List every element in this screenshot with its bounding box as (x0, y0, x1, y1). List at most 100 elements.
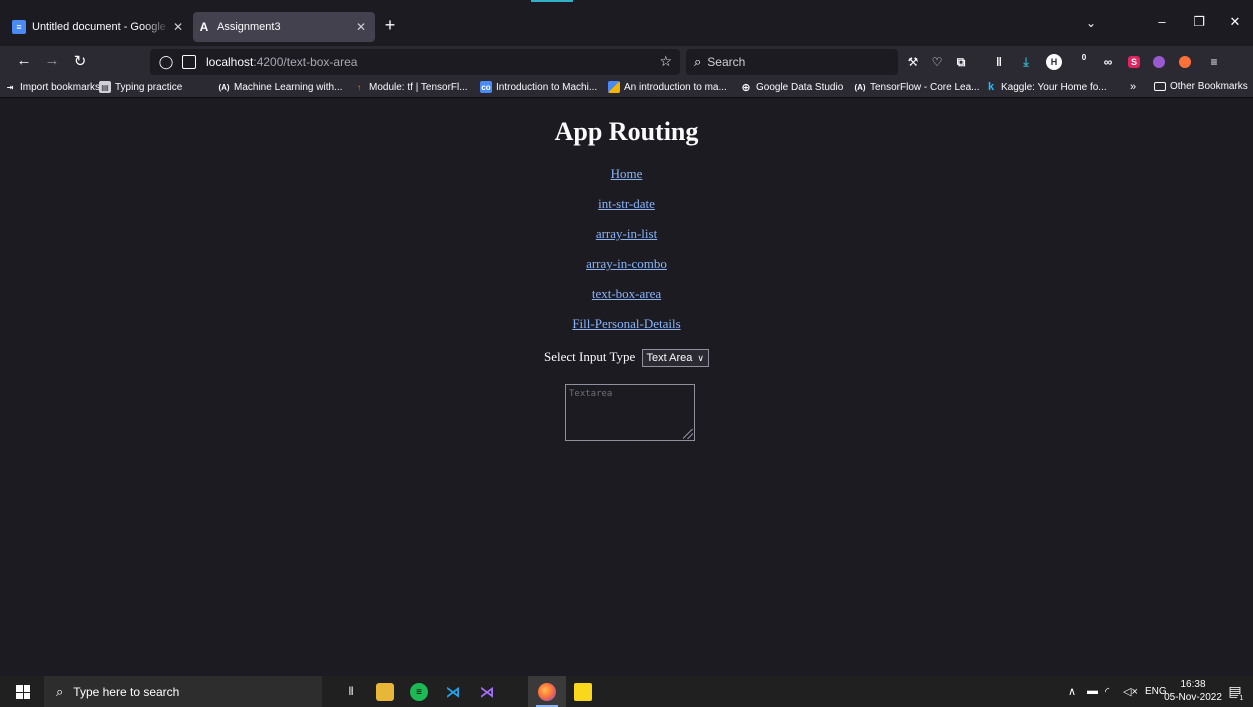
tab-google-docs[interactable]: ≡ Untitled document - Google Docs ✕ (8, 12, 192, 42)
reload-icon[interactable]: ↻ (70, 52, 90, 70)
url-host: localhost (206, 55, 254, 69)
input-type-select[interactable]: Text Area ∨ (641, 349, 709, 368)
taskbar-search-placeholder: Type here to search (73, 684, 180, 699)
taskbar-clock[interactable]: 16:38 05-Nov-2022 (1160, 678, 1226, 704)
bookmark-star-icon[interactable]: ☆ (659, 53, 672, 70)
bookmarks-overflow-icon[interactable]: » (1130, 81, 1136, 93)
minimize-icon[interactable]: – (1152, 14, 1172, 29)
vscode-icon[interactable]: ⋊ (444, 683, 462, 701)
restore-icon[interactable]: ❐ (1189, 14, 1209, 30)
link-array-in-list[interactable]: array-in-list (596, 226, 657, 241)
search-placeholder: Search (707, 55, 746, 69)
clock-date: 05-Nov-2022 (1164, 692, 1222, 703)
bookmarks-bar: ⇥ Import bookmarks... ▤ Typing practice (A… (0, 78, 1253, 98)
other-bookmarks[interactable]: Other Bookmarks (1154, 81, 1248, 92)
chart-icon (608, 81, 620, 93)
battery-icon[interactable]: ▬ (1087, 685, 1098, 697)
forward-icon[interactable]: → (42, 52, 62, 69)
window-close-icon[interactable]: ✕ (1225, 14, 1245, 30)
search-icon: ⌕ (694, 54, 702, 69)
bookmark-item[interactable]: ⊕ Google Data Studio (740, 81, 843, 94)
docs-icon: ≡ (12, 20, 26, 34)
clock-time: 16:38 (1180, 679, 1206, 690)
angular-icon: A (199, 20, 209, 34)
library-icon[interactable]: ‖ (991, 54, 1007, 70)
nav-link-fill-personal-details: Fill-Personal-Details (0, 316, 1253, 332)
resize-handle-icon[interactable] (683, 429, 693, 439)
a-icon: (A) (854, 82, 866, 92)
extension-icon[interactable]: ⧉ (953, 54, 969, 70)
s-extension-icon[interactable]: S (1128, 56, 1140, 68)
nav-link-text-box-area: text-box-area (0, 286, 1253, 302)
hexagon-extension-icon[interactable] (1153, 56, 1165, 68)
url-path: :4200/text-box-area (253, 55, 358, 69)
taskbar-search-input[interactable]: ⌕ Type here to search (44, 676, 322, 707)
extension-badge: 0 (1081, 52, 1087, 62)
menu-icon[interactable]: ≡ (1206, 54, 1222, 70)
bookmark-item[interactable]: k Kaggle: Your Home fo... (985, 81, 1107, 93)
wrench-icon[interactable]: ⚒ (905, 54, 921, 70)
windows-taskbar: ⌕ Type here to search ⫴ ≡ ⋊ ⋊ ∧ ▬ ◜ ◁× E… (0, 676, 1253, 707)
bookmark-item[interactable]: ↑ Module: tf | TensorFl... (353, 81, 468, 93)
firefox-account-icon[interactable] (1179, 56, 1191, 68)
new-tab-button[interactable]: + (380, 15, 400, 36)
kaggle-icon: k (987, 81, 995, 93)
textarea-input[interactable]: Textarea (565, 384, 695, 441)
windows-start-icon[interactable] (16, 685, 30, 699)
textarea-placeholder: Textarea (569, 389, 613, 399)
page-title: App Routing (554, 117, 699, 146)
nav-link-home: Home (0, 166, 1253, 182)
a-icon: (A) (218, 82, 230, 92)
tab-title: Assignment3 (217, 21, 281, 33)
search-input[interactable]: ⌕ Search (686, 49, 898, 75)
url-bar[interactable]: ◯ localhost:4200/text-box-area ☆ (150, 49, 680, 75)
visual-studio-icon[interactable]: ⋊ (478, 683, 496, 701)
glasses-icon[interactable]: ∞ (1100, 54, 1116, 70)
page-icon[interactable] (182, 55, 196, 69)
shield-icon[interactable]: ◯ (158, 54, 174, 70)
tab-assignment3[interactable]: A Assignment3 ✕ (193, 12, 375, 42)
tab-title: Untitled document - Google Docs (32, 21, 170, 33)
firefox-icon[interactable] (538, 683, 556, 701)
typing-icon: ▤ (99, 81, 111, 93)
folder-icon (1154, 82, 1166, 91)
page-content: App Routing Home int-str-date array-in-l… (0, 99, 1253, 676)
select-value: Text Area (646, 352, 693, 365)
nav-link-array-in-combo: array-in-combo (0, 256, 1253, 272)
download-icon[interactable]: ⤓ (1018, 54, 1034, 70)
close-icon[interactable]: ✕ (353, 20, 369, 34)
notification-count: 1 (1237, 694, 1246, 703)
bookmark-item[interactable]: (A) Machine Learning with... (218, 81, 342, 93)
link-array-in-combo[interactable]: array-in-combo (586, 256, 667, 271)
link-home[interactable]: Home (611, 166, 643, 181)
notification-icon[interactable]: ▤ 1 (1226, 683, 1246, 703)
file-explorer-icon[interactable] (376, 683, 394, 701)
link-text-box-area[interactable]: text-box-area (592, 286, 661, 301)
h-extension-icon[interactable]: H (1046, 54, 1062, 70)
close-icon[interactable]: ✕ (170, 20, 186, 34)
link-int-str-date[interactable]: int-str-date (598, 196, 655, 211)
bookmark-item[interactable]: ⇥ Import bookmarks... (4, 81, 109, 93)
notification-extension-icon[interactable]: 0 (1073, 52, 1089, 70)
import-icon: ⇥ (6, 82, 14, 92)
globe-icon: ⊕ (741, 81, 751, 94)
colab-icon: co (480, 81, 492, 93)
input-type-row: Select Input Type Text Area ∨ (0, 349, 1253, 368)
chevron-down-icon[interactable]: ⌄ (1086, 16, 1096, 30)
back-icon[interactable]: ← (14, 52, 34, 69)
link-fill-personal-details[interactable]: Fill-Personal-Details (572, 316, 680, 331)
bookmark-item[interactable]: co Introduction to Machi... (480, 81, 597, 93)
sticky-notes-icon[interactable] (574, 683, 592, 701)
wifi-icon[interactable]: ◜ (1105, 685, 1109, 698)
bookmark-item[interactable]: (A) TensorFlow - Core Lea... (854, 81, 979, 93)
pocket-icon[interactable]: ♡ (929, 54, 945, 70)
volume-muted-icon[interactable]: ◁× (1123, 685, 1138, 698)
nav-link-array-in-list: array-in-list (0, 226, 1253, 242)
search-icon: ⌕ (56, 683, 64, 699)
bookmark-item[interactable]: An introduction to ma... (608, 81, 727, 93)
bookmark-item[interactable]: ▤ Typing practice (99, 81, 182, 93)
task-view-icon[interactable]: ⫴ (342, 683, 360, 701)
chevron-up-icon[interactable]: ∧ (1068, 685, 1076, 698)
spotify-icon[interactable]: ≡ (410, 683, 428, 701)
select-label: Select Input Type (544, 349, 636, 364)
